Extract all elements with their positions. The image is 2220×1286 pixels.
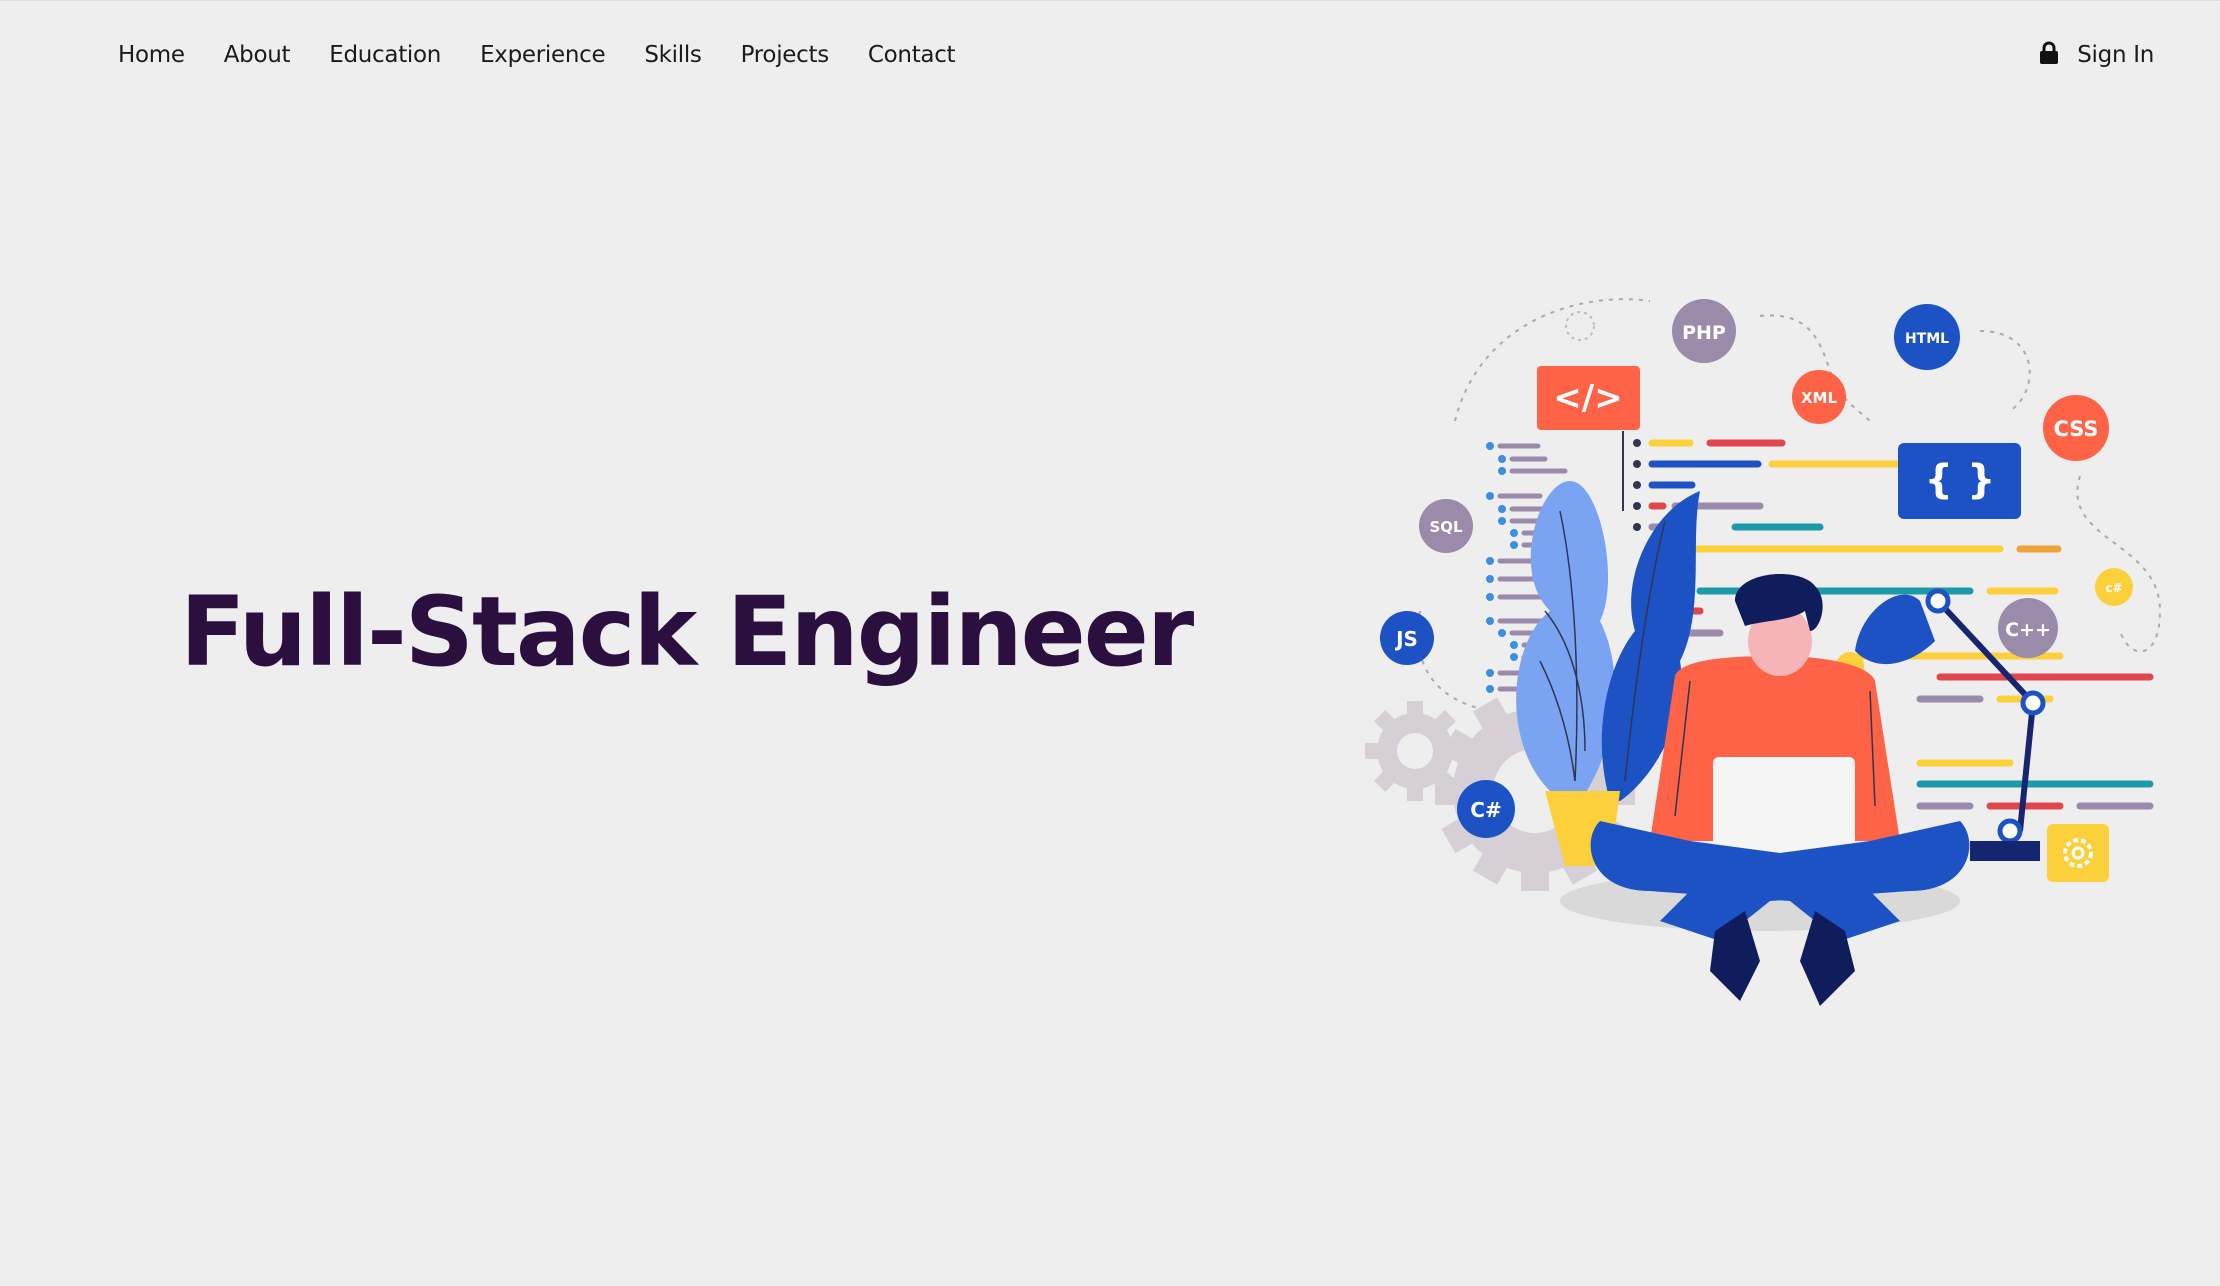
html-badge: HTML <box>1894 304 1960 370</box>
svg-text:HTML: HTML <box>1905 331 1949 347</box>
svg-text:C#: C# <box>1470 798 1501 822</box>
css-badge: CSS <box>2043 395 2109 461</box>
code-tag-badge: </> <box>1537 366 1640 430</box>
cpp-badge: C++ <box>1998 598 2058 658</box>
page: Home About Education Experience Skills P… <box>0 0 2220 1286</box>
js-badge: JS <box>1380 611 1434 665</box>
top-nav: Home About Education Experience Skills P… <box>0 1 2220 109</box>
nav-experience[interactable]: Experience <box>480 42 606 68</box>
lock-icon <box>2039 41 2059 70</box>
svg-text:{ }: { } <box>1925 457 1996 503</box>
hero-title: Full-Stack Engineer <box>180 576 1194 688</box>
nav-contact[interactable]: Contact <box>868 42 956 68</box>
csharp-badge: C# <box>1457 780 1515 838</box>
svg-text:XML: XML <box>1801 389 1837 407</box>
svg-text:PHP: PHP <box>1682 322 1726 344</box>
nav-about[interactable]: About <box>224 42 291 68</box>
xml-badge: XML <box>1792 370 1846 424</box>
nav-links: Home About Education Experience Skills P… <box>118 42 956 68</box>
svg-text:CSS: CSS <box>2053 417 2098 441</box>
svg-text:</>: </> <box>1553 378 1622 418</box>
settings-box-icon <box>2047 824 2109 882</box>
svg-text:JS: JS <box>1394 627 1418 651</box>
sql-badge: SQL <box>1419 499 1473 553</box>
nav-projects[interactable]: Projects <box>741 42 830 68</box>
nav-skills[interactable]: Skills <box>644 42 702 68</box>
php-badge: PHP <box>1672 299 1736 363</box>
sign-in-label: Sign In <box>2077 42 2154 68</box>
svg-text:c#: c# <box>2105 581 2122 595</box>
braces-badge: { } <box>1898 443 2021 519</box>
sign-in-button[interactable]: Sign In <box>2039 41 2154 70</box>
svg-text:C++: C++ <box>2005 619 2051 641</box>
developer-illustration: </> { } PHP HTML XML CSS SQL JS C++ c# C… <box>1360 281 2180 1021</box>
nav-home[interactable]: Home <box>118 42 185 68</box>
svg-text:SQL: SQL <box>1429 518 1463 536</box>
csharp-small-badge: c# <box>2095 568 2133 606</box>
nav-education[interactable]: Education <box>329 42 441 68</box>
